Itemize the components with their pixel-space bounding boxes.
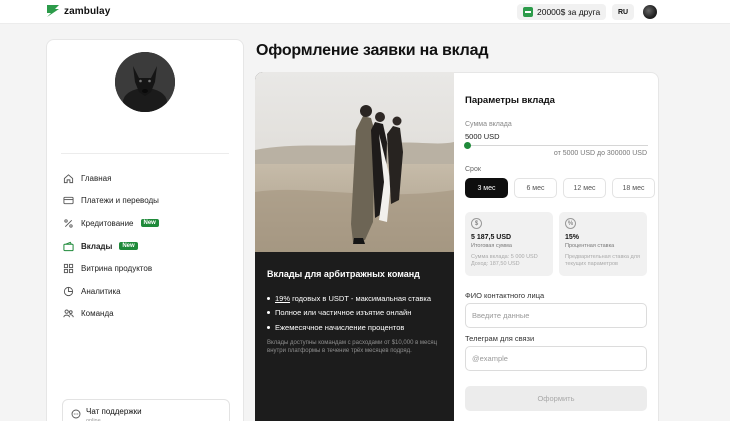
profile-avatar[interactable] [115, 52, 175, 112]
support-chat-button[interactable]: Чат поддержки online [62, 399, 230, 421]
total-amount-detail: Сумма вклада: 5 000 USD Доход: 187,50 US… [471, 254, 538, 267]
language-switcher[interactable]: RU [612, 4, 634, 20]
team-icon [63, 308, 74, 319]
promo-bullet-text: годовых в USDT - максимальная ставка [290, 293, 432, 303]
deposit-params-panel: Параметры вклада Сумма вклада 5000 USD о… [454, 72, 659, 421]
total-amount-caption: Итоговая сумма [471, 243, 512, 249]
support-chat-label: Чат поддержки [86, 407, 142, 416]
logo-icon [47, 5, 59, 17]
logo-text: zambulay [64, 5, 111, 17]
sidebar-nav: Главная Платежи и переводы Кредитование … [63, 167, 159, 325]
term-option[interactable]: 3 мес [465, 178, 508, 198]
submit-button[interactable]: Оформить [465, 386, 647, 411]
total-amount-value: 5 187,5 USD [471, 234, 512, 241]
rate-card: % 15% Процентная ставка Предварительная … [559, 212, 647, 276]
term-label: Срок [465, 166, 481, 173]
term-option[interactable]: 6 мес [514, 178, 557, 198]
promo-note: Вклады доступны командам с расходами от … [267, 340, 438, 354]
total-amount-card: $ 5 187,5 USD Итоговая сумма Сумма вклад… [465, 212, 553, 276]
top-bar: zambulay 20000$ за друга RU [0, 0, 730, 24]
new-badge: New [119, 242, 138, 251]
promo-bullet: Полное или частичное изъятие онлайн [267, 306, 431, 321]
summary-cards: $ 5 187,5 USD Итоговая сумма Сумма вклад… [465, 212, 647, 276]
term-selector: 3 мес 6 мес 12 мес 18 мес [465, 178, 655, 198]
sidebar-item-label: Витрина продуктов [81, 264, 153, 274]
referral-bonus-button[interactable]: 20000$ за друга [517, 4, 607, 20]
term-option[interactable]: 18 мес [612, 178, 655, 198]
card-icon [63, 195, 74, 206]
analytics-icon [63, 286, 74, 297]
wallet-icon [63, 241, 74, 252]
logo[interactable]: zambulay [46, 4, 110, 18]
contact-name-input[interactable] [465, 303, 647, 328]
promo-title: Вклады для арбитражных команд [267, 269, 420, 279]
dog-portrait-icon [115, 52, 175, 112]
sidebar-item-label: Платежи и переводы [81, 196, 159, 206]
new-badge: New [140, 219, 159, 228]
chat-icon [71, 409, 81, 419]
sidebar-item-label: Команда [81, 309, 114, 319]
rate-value: 15% [565, 234, 580, 241]
amount-slider[interactable] [466, 145, 648, 146]
promo-bullet-text: Ежемесячное начисление процентов [275, 322, 405, 332]
sidebar-item-products[interactable]: Витрина продуктов [63, 257, 159, 280]
term-option[interactable]: 12 мес [563, 178, 606, 198]
sidebar-divider [61, 153, 229, 154]
referral-bonus-label: 20000$ за друга [537, 7, 601, 17]
promo-bullet: Ежемесячное начисление процентов [267, 320, 431, 335]
telegram-input[interactable] [465, 346, 647, 371]
rate-detail: Предварительная ставка для текущих парам… [565, 254, 640, 267]
sidebar-item-label: Кредитование [81, 218, 134, 228]
dollar-icon: $ [471, 218, 482, 229]
sidebar-item-payments[interactable]: Платежи и переводы [63, 190, 159, 213]
grid-icon [63, 263, 74, 274]
home-icon [63, 173, 74, 184]
page-title: Оформление заявки на вклад [256, 42, 489, 59]
telegram-label: Телеграм для связи [465, 334, 535, 343]
sidebar-item-home[interactable]: Главная [63, 167, 159, 190]
sidebar-item-lending[interactable]: Кредитование New [63, 212, 159, 235]
sidebar-item-analytics[interactable]: Аналитика [63, 280, 159, 303]
promo-rate-highlight: 19% [275, 293, 291, 303]
percent-icon: % [565, 218, 576, 229]
promo-bullet-list: 19% годовых в USDT - максимальная ставка… [267, 291, 431, 335]
sidebar-item-label: Главная [81, 173, 112, 183]
hero-image [255, 72, 454, 252]
amount-value: 5000 USD [465, 132, 500, 141]
sidebar-item-label: Вклады [81, 241, 113, 251]
promo-card: Вклады для арбитражных команд 19% годовы… [255, 72, 454, 421]
amount-label: Сумма вклада [465, 121, 512, 128]
user-avatar[interactable] [643, 5, 657, 19]
params-title: Параметры вклада [465, 95, 555, 106]
amount-range-label: от 5000 USD до 300000 USD [553, 150, 647, 157]
sidebar: Главная Платежи и переводы Кредитование … [46, 39, 244, 421]
rate-caption: Процентная ставка [565, 243, 615, 249]
sidebar-item-deposits[interactable]: Вклады New [63, 235, 159, 258]
contact-name-label: ФИО контактного лица [465, 291, 545, 300]
sidebar-item-team[interactable]: Команда [63, 303, 159, 326]
sidebar-item-label: Аналитика [81, 286, 121, 296]
gift-icon [523, 7, 533, 17]
percent-icon [63, 218, 74, 229]
promo-bullet: 19% годовых в USDT - максимальная ставка [267, 291, 431, 306]
amount-slider-handle[interactable] [464, 142, 471, 149]
promo-bullet-text: Полное или частичное изъятие онлайн [275, 308, 412, 318]
